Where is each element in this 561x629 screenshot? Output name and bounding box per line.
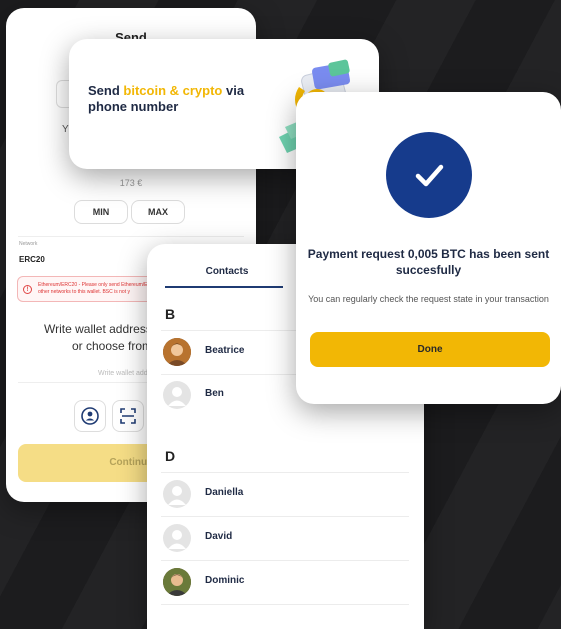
promo-highlight: bitcoin & crypto: [123, 83, 223, 98]
contact-name: Ben: [205, 388, 224, 399]
divider: [161, 560, 409, 561]
contact-row-david[interactable]: David: [161, 518, 409, 558]
avatar: [163, 524, 191, 552]
checkmark-icon: [415, 164, 444, 187]
promo-text: Send bitcoin & crypto via phone number: [88, 83, 244, 115]
section-letter-b: B: [165, 306, 176, 322]
avatar: [163, 480, 191, 508]
instruction-text: Write wallet address, t or choose from c: [44, 321, 162, 355]
divider: [161, 472, 409, 473]
contact-name: Daniella: [205, 487, 244, 498]
success-badge: [386, 132, 472, 218]
promo-text-end: via: [222, 83, 245, 98]
user-placeholder-icon: [168, 530, 186, 549]
warning-icon: !: [23, 285, 32, 294]
instruction-line-2: or choose from c: [72, 339, 162, 353]
network-select[interactable]: ERC20: [19, 255, 45, 264]
divider: [161, 516, 409, 517]
payment-subtitle: You can regularly check the request stat…: [308, 294, 549, 304]
network-label: Network: [19, 241, 38, 247]
user-placeholder-icon: [168, 486, 186, 505]
tab-active-indicator: [165, 286, 283, 288]
amount-eur-value: 173 €: [119, 178, 143, 188]
contact-book-icon: [81, 407, 99, 425]
address-input[interactable]: Write wallet addre: [98, 370, 154, 377]
avatar: [163, 568, 191, 596]
contact-row-daniella[interactable]: Daniella: [161, 474, 409, 514]
avatar-photo-icon: [163, 338, 191, 366]
promo-text-start: Send: [88, 83, 124, 98]
contact-name: Dominic: [205, 575, 245, 586]
max-button[interactable]: MAX: [131, 200, 185, 224]
payment-title: Payment request 0,005 BTC has been sent …: [307, 247, 550, 277]
section-letter-d: D: [165, 448, 176, 464]
avatar: [163, 381, 191, 409]
contact-name: David: [205, 531, 233, 542]
divider: [161, 604, 409, 605]
avatar-photo-icon: [163, 568, 191, 596]
partial-label: Y: [62, 124, 69, 135]
min-button[interactable]: MIN: [74, 200, 128, 224]
divider: [18, 236, 244, 237]
tab-contacts[interactable]: Contacts: [167, 266, 287, 277]
contact-name: Beatrice: [205, 345, 245, 356]
payment-success-card: Payment request 0,005 BTC has been sent …: [296, 92, 561, 404]
promo-text-line2: phone number: [88, 99, 179, 114]
user-placeholder-icon: [168, 387, 186, 406]
done-button[interactable]: Done: [310, 332, 550, 367]
avatar: [163, 338, 191, 366]
contact-book-button[interactable]: [74, 400, 106, 432]
instruction-line-1: Write wallet address, t: [44, 322, 162, 336]
scan-qr-icon: [120, 408, 136, 424]
contact-row-dominic[interactable]: Dominic: [161, 562, 409, 602]
scan-qr-button[interactable]: [112, 400, 144, 432]
